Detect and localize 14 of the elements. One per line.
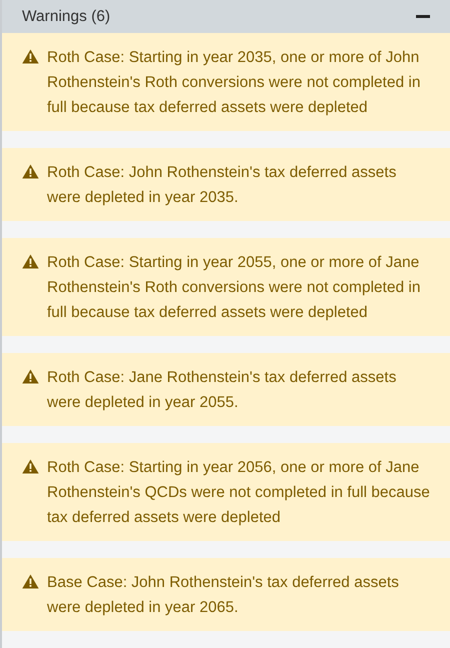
warning-icon xyxy=(22,254,39,269)
warning-icon xyxy=(22,459,39,474)
panel-title: Warnings (6) xyxy=(22,6,110,27)
warning-icon xyxy=(22,574,39,589)
warning-message: Roth Case: Starting in year 2056, one or more of Jane Rothenstein's QCDs were not completed in full because tax deferred assets were depleted xyxy=(47,458,431,528)
warning-message: Base Case: John Rothenstein's tax deferred assets were depleted in year 2065. xyxy=(47,573,400,618)
warning-icon xyxy=(22,164,39,179)
warning-message: Roth Case: Starting in year 2035, one or more of John Rothenstein's Roth conversions were not completed in full because tax deferred assets were depleted xyxy=(47,48,422,118)
warning-icon xyxy=(22,369,39,384)
warning-icon xyxy=(22,49,39,64)
warning-message: Roth Case: Starting in year 2055, one or more of Jane Rothenstein's Roth conversions were not completed in full because tax deferred assets were depleted xyxy=(47,253,422,323)
warning-message: Roth Case: Jane Rothenstein's tax deferred assets were depleted in year 2055. xyxy=(47,368,398,413)
warning-message: Roth Case: John Rothenstein's tax deferred assets were depleted in year 2035. xyxy=(47,163,398,208)
collapse-icon[interactable] xyxy=(416,15,430,18)
